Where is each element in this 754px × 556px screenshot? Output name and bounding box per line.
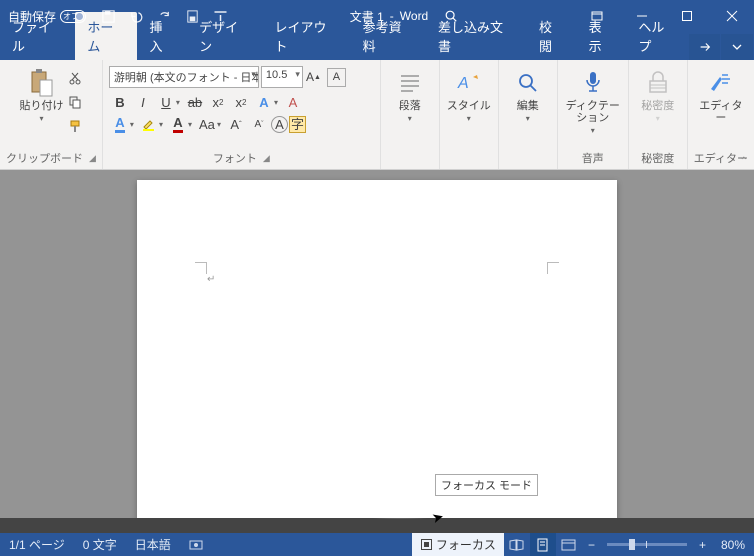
- tab-view[interactable]: 表示: [577, 12, 627, 60]
- tab-layout[interactable]: レイアウト: [262, 12, 350, 60]
- read-mode-button[interactable]: [504, 533, 530, 556]
- collapse-ribbon-button[interactable]: ⌃: [740, 156, 748, 167]
- web-layout-button[interactable]: [556, 533, 582, 556]
- page[interactable]: ↵: [137, 180, 617, 518]
- grow-font2-button[interactable]: Aˆ: [225, 113, 247, 135]
- enclose-char-button[interactable]: A: [271, 116, 288, 133]
- dictation-button[interactable]: ディクテーション▾: [564, 64, 622, 135]
- zoom-level[interactable]: 80%: [712, 538, 754, 552]
- format-painter-button[interactable]: [66, 116, 83, 136]
- undo-button[interactable]: [122, 0, 150, 32]
- styles-button[interactable]: Aスタイル▾: [446, 64, 492, 123]
- zoom-slider[interactable]: [607, 543, 687, 546]
- zoom-out-button[interactable]: −: [582, 538, 601, 552]
- status-bar: 1/1 ページ 0 文字 日本語 フォーカス − + 80%: [0, 533, 754, 556]
- macro-status[interactable]: [180, 539, 212, 551]
- group-clipboard: 貼り付け ▾ クリップボード◢: [0, 60, 103, 169]
- highlight-color-button[interactable]: [138, 113, 160, 135]
- redo-button[interactable]: [150, 0, 178, 32]
- subscript-button[interactable]: x2: [207, 91, 229, 113]
- text-highlight-button[interactable]: A: [109, 113, 131, 135]
- clear-formatting-button[interactable]: A: [282, 91, 304, 113]
- clipboard-dialog-launcher[interactable]: ◢: [89, 153, 96, 164]
- ribbon: 貼り付け ▾ クリップボード◢ 游明朝 (本文のフォント - 日本 10.5 A…: [0, 60, 754, 170]
- group-paragraph: 段落▾: [381, 60, 440, 169]
- print-layout-button[interactable]: [530, 533, 556, 556]
- superscript-button[interactable]: x2: [230, 91, 252, 113]
- quick-print-button[interactable]: [178, 0, 206, 32]
- document-canvas[interactable]: ↵: [0, 170, 754, 518]
- phonetic-guide-button[interactable]: A: [327, 68, 346, 87]
- group-editor: エディター エディター: [688, 60, 754, 169]
- tab-mailings[interactable]: 差し込み文書: [426, 12, 527, 60]
- tab-help[interactable]: ヘルプ: [626, 12, 689, 60]
- group-font: 游明朝 (本文のフォント - 日本 10.5 A▲ A B I U▾ ab x2…: [103, 60, 381, 169]
- word-count[interactable]: 0 文字: [74, 536, 126, 553]
- svg-text:A: A: [457, 75, 469, 92]
- focus-mode-button[interactable]: フォーカス: [412, 533, 504, 556]
- group-sensitivity: 秘密度▾ 秘密度: [629, 60, 688, 169]
- change-case-button[interactable]: Aa: [196, 113, 218, 135]
- paragraph-button[interactable]: 段落▾: [387, 64, 433, 123]
- margin-corner-icon: [195, 262, 207, 274]
- group-voice: ディクテーション▾ 音声: [558, 60, 629, 169]
- font-size-combo[interactable]: 10.5: [261, 66, 303, 88]
- copy-button[interactable]: [66, 92, 83, 112]
- font-dialog-launcher[interactable]: ◢: [263, 153, 270, 164]
- font-color-button[interactable]: A: [167, 113, 189, 135]
- margin-corner-icon: [547, 262, 559, 274]
- char-border-button[interactable]: 字: [289, 116, 306, 133]
- group-editing: 編集▾: [499, 60, 558, 169]
- comments-button[interactable]: [721, 34, 753, 60]
- editor-button[interactable]: エディター: [698, 64, 744, 124]
- tab-references[interactable]: 参考資料: [351, 12, 426, 60]
- qat-customize-button[interactable]: [206, 0, 234, 32]
- ribbon-tabs: ファイル ホーム 挿入 デザイン レイアウト 参考資料 差し込み文書 校閲 表示…: [0, 32, 754, 60]
- cut-button[interactable]: [66, 68, 83, 88]
- paste-button[interactable]: 貼り付け ▾: [18, 64, 64, 123]
- toggle-off-icon: オフ: [60, 10, 86, 23]
- grow-font-button[interactable]: A▲: [305, 67, 322, 87]
- strikethrough-button[interactable]: ab: [184, 91, 206, 113]
- shrink-font-button[interactable]: Aˇ: [248, 113, 270, 135]
- group-styles: Aスタイル▾: [440, 60, 499, 169]
- bold-button[interactable]: B: [109, 91, 131, 113]
- page-count[interactable]: 1/1 ページ: [0, 536, 74, 553]
- share-button[interactable]: [689, 34, 721, 60]
- sensitivity-button[interactable]: 秘密度▾: [635, 64, 681, 123]
- paragraph-mark-icon: ↵: [207, 274, 215, 285]
- editing-button[interactable]: 編集▾: [505, 64, 551, 123]
- underline-button[interactable]: U: [155, 91, 177, 113]
- save-button[interactable]: [94, 0, 122, 32]
- close-button[interactable]: [709, 0, 754, 32]
- focus-mode-tooltip: フォーカス モード: [435, 474, 538, 496]
- italic-button[interactable]: I: [132, 91, 154, 113]
- tab-review[interactable]: 校閲: [527, 12, 577, 60]
- font-name-combo[interactable]: 游明朝 (本文のフォント - 日本: [109, 66, 259, 88]
- focus-icon: [420, 538, 433, 551]
- zoom-in-button[interactable]: +: [693, 538, 712, 552]
- text-effects-button[interactable]: A: [253, 91, 275, 113]
- language-status[interactable]: 日本語: [126, 536, 180, 553]
